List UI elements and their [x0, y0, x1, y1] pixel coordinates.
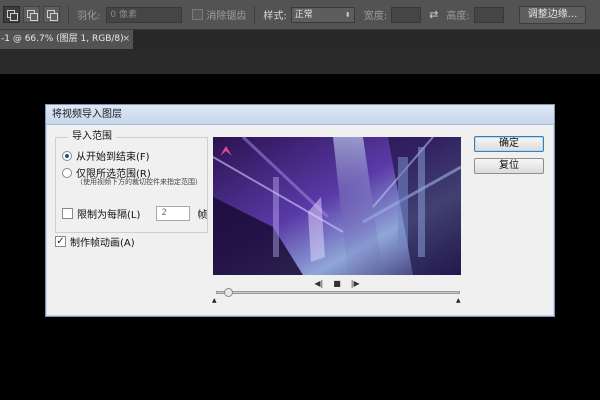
- import-range-title: 导入范围: [68, 131, 116, 143]
- next-frame-icon[interactable]: |▶: [351, 279, 360, 288]
- limit-every-checkbox[interactable]: [62, 208, 73, 219]
- workspace-strip: [0, 49, 600, 74]
- height-input[interactable]: [473, 6, 504, 23]
- playback-controls: ◀| ■ |▶: [213, 277, 461, 289]
- style-label: 样式:: [263, 11, 287, 22]
- new-selection-mode-icon[interactable]: [3, 6, 20, 23]
- import-range-group: 导入范围 从开始到结束(F) 仅限所选范围(R) （使用视频下方的裁切控件来指定…: [55, 131, 208, 233]
- width-input[interactable]: [391, 6, 422, 23]
- swap-dimensions-icon[interactable]: ⇄: [429, 8, 438, 21]
- document-tab-title: -1 @ 66.7% (图层 1, RGB/8): [1, 34, 124, 44]
- antialias-checkbox[interactable]: [192, 9, 204, 20]
- width-label: 宽度:: [363, 11, 388, 22]
- limit-every-input[interactable]: 2: [156, 206, 191, 221]
- dialog-title: 将视频导入图层: [52, 109, 122, 120]
- feather-label: 羽化:: [77, 11, 101, 22]
- radio-selected-range[interactable]: [62, 167, 72, 178]
- video-scrubber[interactable]: [216, 288, 460, 297]
- height-label: 高度:: [446, 11, 470, 22]
- range-start-marker-icon[interactable]: ▲: [212, 297, 217, 304]
- add-to-selection-icon[interactable]: [23, 6, 40, 23]
- close-icon[interactable]: ×: [122, 30, 130, 49]
- ok-button[interactable]: 确定: [474, 136, 544, 152]
- previous-frame-icon[interactable]: ◀|: [314, 279, 323, 288]
- antialias-label: 消除锯齿: [206, 11, 247, 22]
- scrubber-thumb[interactable]: [223, 288, 233, 297]
- selected-range-note: （使用视频下方的裁切控件来指定范围）: [76, 178, 202, 186]
- make-frame-animation-label: 制作帧动画(A): [70, 238, 135, 249]
- range-end-marker-icon[interactable]: ▲: [456, 297, 461, 304]
- limit-every-row: 限制为每隔(L) 2 帧: [62, 206, 207, 221]
- document-tab[interactable]: -1 @ 66.7% (图层 1, RGB/8) ×: [0, 30, 133, 49]
- subtract-from-selection-icon[interactable]: [43, 6, 60, 23]
- style-select[interactable]: 正常 ⬍: [290, 6, 355, 23]
- refine-edge-button[interactable]: 调整边缘...: [518, 5, 587, 24]
- radio-start-to-end-label: 从开始到结束(F): [76, 152, 150, 163]
- style-select-value: 正常: [294, 9, 313, 20]
- options-bar: 羽化: 0 像素 消除锯齿 样式: 正常 ⬍ 宽度: ⇄ 高度: 调整边缘...: [0, 0, 600, 30]
- radio-start-to-end[interactable]: [62, 150, 72, 161]
- limit-every-label: 限制为每隔(L): [77, 210, 141, 221]
- make-frame-animation-row: ✓ 制作帧动画(A): [55, 234, 135, 249]
- reset-button[interactable]: 复位: [474, 158, 544, 174]
- separator: [254, 5, 256, 24]
- frames-unit-label: 帧: [197, 210, 208, 221]
- document-tab-bar: -1 @ 66.7% (图层 1, RGB/8) ×: [0, 30, 600, 49]
- separator: [68, 5, 69, 24]
- radio-row-start-to-end[interactable]: 从开始到结束(F): [62, 148, 150, 163]
- stop-icon[interactable]: ■: [333, 279, 341, 288]
- dialog-titlebar[interactable]: 将视频导入图层: [46, 105, 554, 125]
- updown-arrows-icon: ⬍: [344, 10, 351, 19]
- import-video-dialog: 将视频导入图层 导入范围 从开始到结束(F) 仅限所选范围(R) （使用视频下方…: [45, 104, 555, 317]
- video-preview: [213, 137, 461, 275]
- video-frame-image: [213, 137, 461, 275]
- feather-input[interactable]: 0 像素: [106, 6, 183, 23]
- make-frame-animation-checkbox[interactable]: ✓: [55, 236, 66, 247]
